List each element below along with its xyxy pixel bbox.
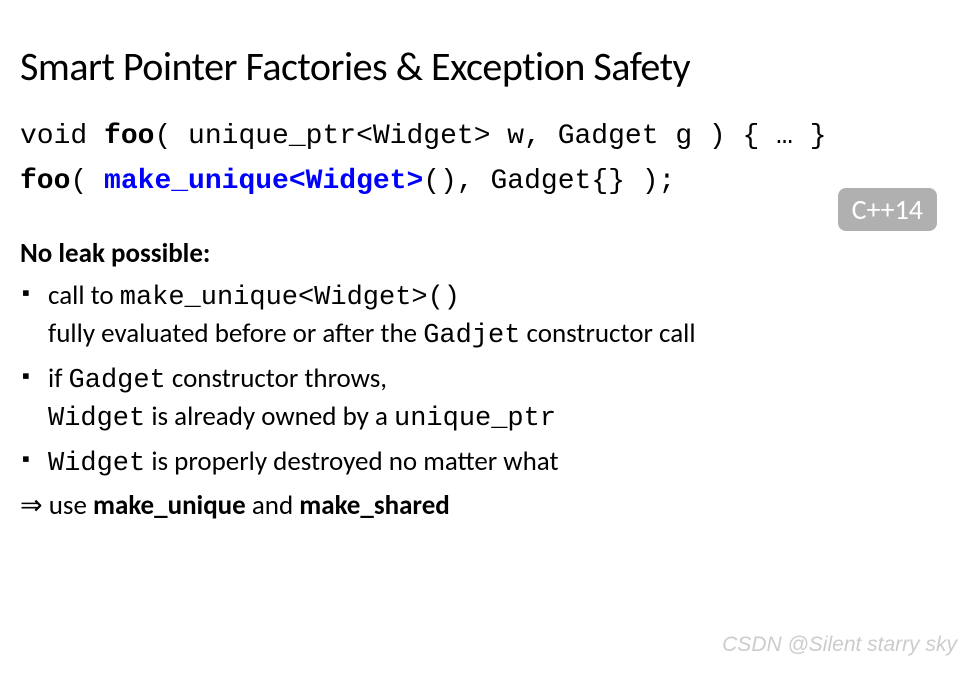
subheading: No leak possible: bbox=[20, 237, 955, 270]
conclusion-line: ⇒ use make_unique and make_shared bbox=[20, 488, 955, 524]
bullet-list: call to make_unique<Widget>()fully evalu… bbox=[20, 278, 955, 482]
bullet-item-3: Widget is properly destroyed no matter w… bbox=[20, 444, 955, 482]
cpp-version-badge: C++14 bbox=[838, 188, 937, 231]
code-line-1: void foo( unique_ptr<Widget> w, Gadget g… bbox=[20, 121, 955, 152]
bullet-item-2: if Gadget constructor throws,Widget is a… bbox=[20, 361, 955, 438]
slide-title: Smart Pointer Factories & Exception Safe… bbox=[20, 42, 955, 91]
code-line-2: foo( make_unique<Widget>(), Gadget{} ); bbox=[20, 166, 955, 197]
bullet-item-1: call to make_unique<Widget>()fully evalu… bbox=[20, 278, 955, 355]
watermark: CSDN @Silent starry sky bbox=[722, 633, 957, 657]
